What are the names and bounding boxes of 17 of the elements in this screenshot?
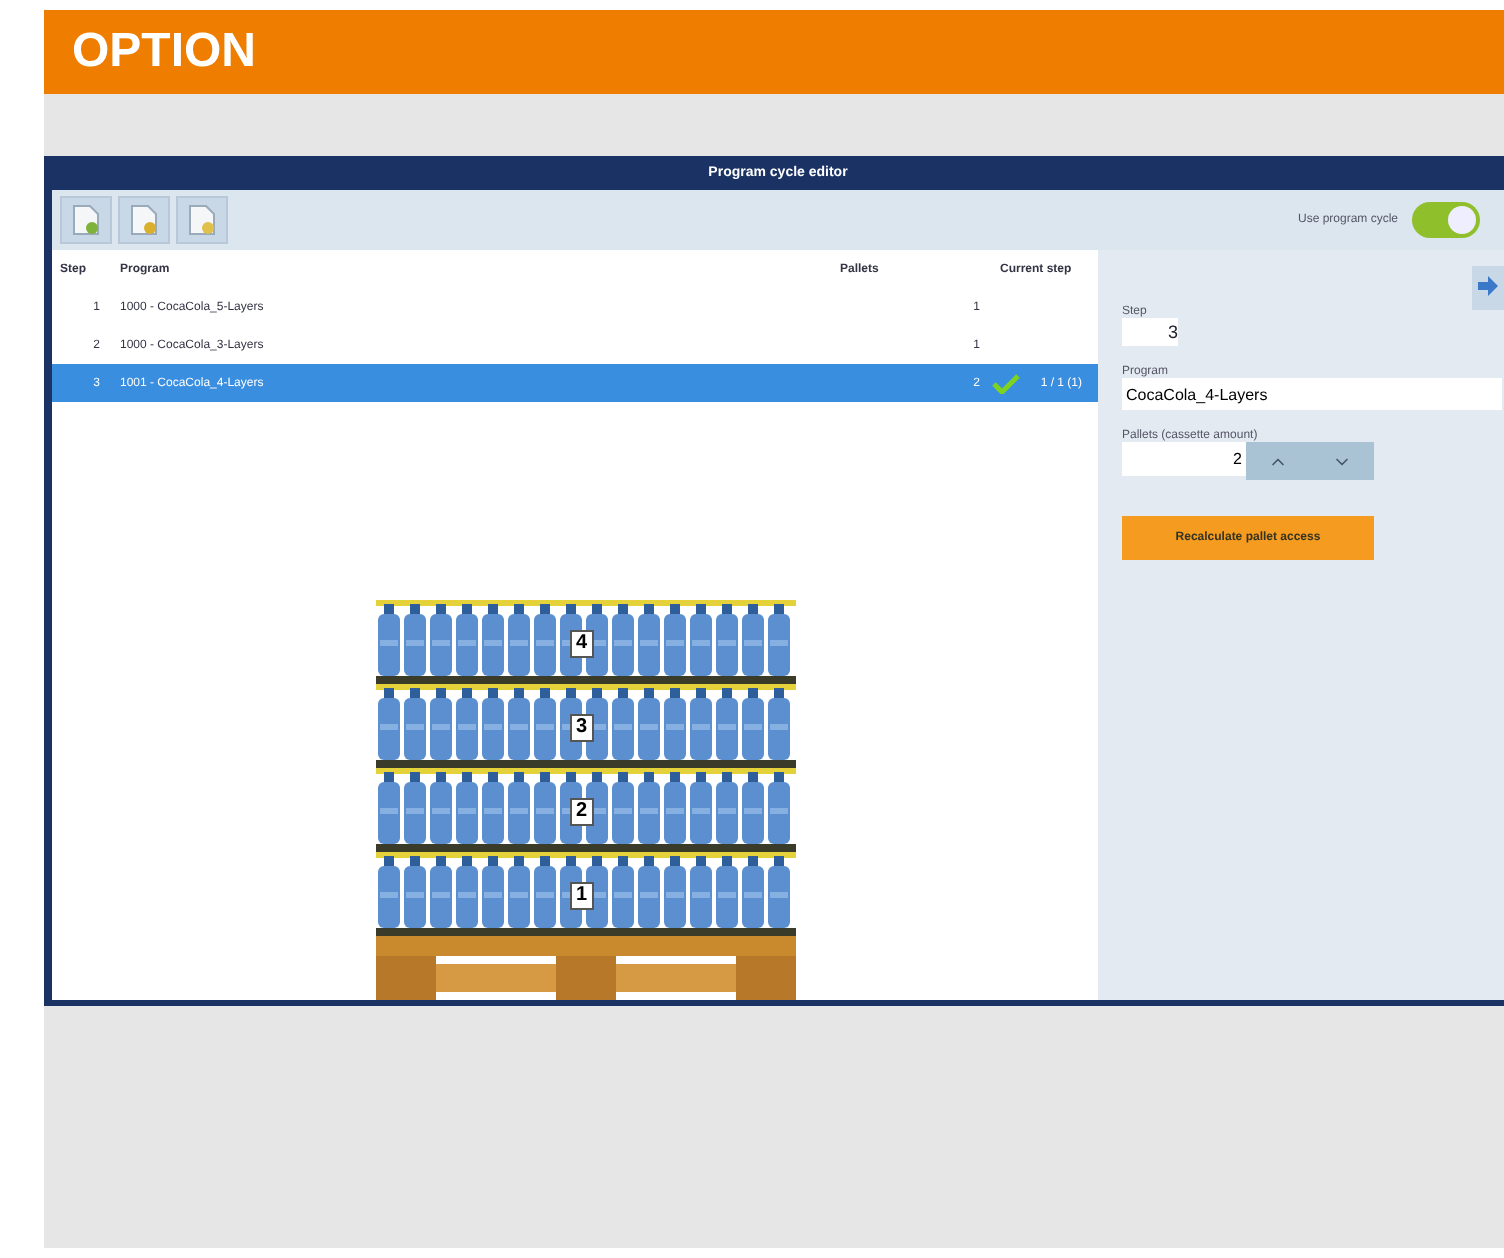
layer-number: 2 — [570, 798, 594, 826]
document-icon — [130, 204, 158, 236]
layer-number: 1 — [570, 882, 594, 910]
program-field[interactable]: CocaCola_4-Layers — [1122, 378, 1502, 410]
header-title: OPTION — [72, 24, 257, 80]
arrow-icon — [1476, 273, 1500, 297]
side-button[interactable] — [1472, 266, 1504, 310]
pallets-field[interactable]: 2 — [1122, 442, 1246, 476]
layer-number: 4 — [570, 630, 594, 658]
cycle-toggle[interactable] — [1412, 202, 1480, 238]
document-button[interactable] — [176, 196, 228, 244]
document-icon — [188, 204, 216, 236]
document-icon — [72, 204, 100, 236]
document-button[interactable] — [60, 196, 112, 244]
step-value: 3 — [1167, 322, 1178, 342]
layer-number: 3 — [570, 714, 594, 742]
document-button[interactable] — [118, 196, 170, 244]
